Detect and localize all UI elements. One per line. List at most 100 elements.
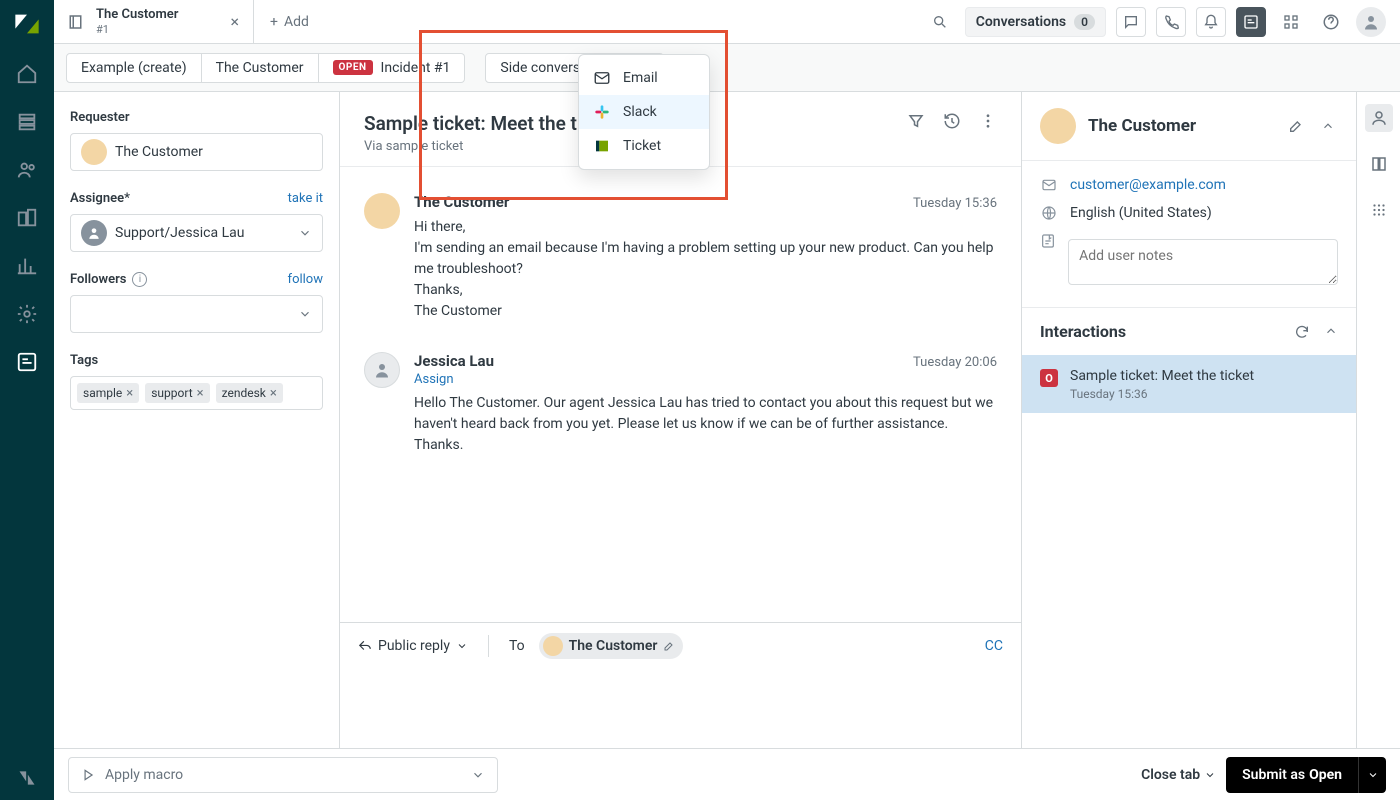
phone-icon[interactable]: [1156, 7, 1186, 37]
chevron-up-icon[interactable]: [1318, 119, 1338, 133]
interaction-status-badge: O: [1040, 369, 1058, 387]
user-email-link[interactable]: customer@example.com: [1070, 177, 1226, 193]
conversations-button[interactable]: Conversations 0: [965, 7, 1106, 37]
assignee-value: Support/Jessica Lau: [115, 225, 244, 241]
history-icon[interactable]: [943, 112, 961, 130]
close-tab-button[interactable]: Close tab: [1141, 767, 1216, 783]
nav-rail: [0, 0, 54, 800]
reply-type-selector[interactable]: Public reply: [358, 638, 468, 654]
current-app-icon[interactable]: [15, 350, 39, 374]
message-body: Hi there, I'm sending an email because I…: [414, 217, 997, 322]
macro-label: Apply macro: [105, 767, 183, 783]
knowledge-icon[interactable]: [1365, 150, 1393, 178]
submit-button[interactable]: Submit as Open: [1226, 757, 1358, 793]
globe-icon: [1040, 205, 1058, 221]
refresh-icon[interactable]: [1294, 324, 1310, 340]
admin-icon[interactable]: [15, 302, 39, 326]
subtab-customer[interactable]: The Customer: [202, 53, 319, 83]
tag-item[interactable]: sample×: [77, 383, 139, 403]
organizations-icon[interactable]: [15, 206, 39, 230]
top-actions: Conversations 0: [925, 0, 1400, 43]
follow-link[interactable]: follow: [288, 272, 323, 287]
requester-value: The Customer: [115, 144, 203, 160]
submit-prefix: Submit as: [1242, 767, 1305, 783]
topbar: The Customer #1 × + Add Conversations 0: [54, 0, 1400, 44]
ticket-properties-panel: Requester The Customer Assignee* take it…: [54, 92, 340, 800]
requester-field[interactable]: The Customer: [70, 133, 323, 171]
reply-textarea[interactable]: [340, 669, 1021, 755]
message-author: Jessica Lau: [414, 352, 494, 370]
subtab-example[interactable]: Example (create): [66, 53, 202, 83]
info-icon[interactable]: i: [132, 272, 147, 287]
user-context-icon[interactable]: [1365, 104, 1393, 132]
chevron-up-icon[interactable]: [1324, 324, 1338, 340]
menu-item-slack[interactable]: Slack: [579, 95, 709, 129]
followers-label: Followers: [70, 272, 126, 287]
close-tab-label: Close tab: [1141, 767, 1200, 783]
take-it-link[interactable]: take it: [288, 191, 323, 206]
followers-field[interactable]: [70, 295, 323, 333]
search-icon[interactable]: [925, 7, 955, 37]
cc-button[interactable]: CC: [985, 638, 1003, 654]
assign-link[interactable]: Assign: [414, 372, 997, 387]
menu-item-email-label: Email: [623, 70, 658, 86]
recipient-name: The Customer: [569, 638, 658, 654]
tag-remove-icon[interactable]: ×: [126, 387, 133, 400]
body-columns: Requester The Customer Assignee* take it…: [54, 92, 1400, 800]
menu-item-email[interactable]: Email: [579, 61, 709, 95]
author-avatar: [364, 193, 400, 229]
user-language: English (United States): [1070, 205, 1212, 221]
interaction-item[interactable]: O Sample ticket: Meet the ticket Tuesday…: [1022, 355, 1356, 413]
submit-status: Open: [1309, 767, 1342, 783]
more-icon[interactable]: [979, 112, 997, 130]
workspace-tab[interactable]: The Customer #1 ×: [54, 0, 254, 43]
assignee-field[interactable]: Support/Jessica Lau: [70, 214, 323, 252]
tags-field[interactable]: sample× support× zendesk×: [70, 376, 323, 410]
interaction-title: Sample ticket: Meet the ticket: [1070, 367, 1254, 385]
customers-icon[interactable]: [15, 158, 39, 182]
chat-icon[interactable]: [1116, 7, 1146, 37]
apps-icon[interactable]: [1365, 196, 1393, 224]
subtab-incident[interactable]: OPEN Incident #1: [319, 53, 466, 83]
edit-icon[interactable]: [1286, 118, 1306, 134]
notifications-icon[interactable]: [1196, 7, 1226, 37]
tag-item[interactable]: support×: [145, 383, 209, 403]
requester-avatar: [81, 139, 107, 165]
products-icon[interactable]: [1276, 7, 1306, 37]
app-switcher-icon[interactable]: [1236, 7, 1266, 37]
filter-icon[interactable]: [907, 112, 925, 130]
views-icon[interactable]: [15, 110, 39, 134]
interaction-timestamp: Tuesday 15:36: [1070, 387, 1254, 401]
menu-item-slack-label: Slack: [623, 104, 657, 120]
menu-item-ticket-label: Ticket: [623, 138, 661, 154]
add-tab-button[interactable]: + Add: [254, 0, 325, 43]
status-badge: OPEN: [333, 60, 373, 75]
recipient-chip[interactable]: The Customer: [539, 633, 684, 659]
interactions-heading: Interactions: [1040, 322, 1126, 341]
apply-macro-button[interactable]: Apply macro: [68, 757, 498, 793]
footer-bar: Apply macro Close tab Submit as Open: [54, 748, 1400, 800]
tab-subtitle: #1: [96, 23, 178, 36]
macro-icon: [81, 768, 95, 782]
submit-dropdown-button[interactable]: [1358, 757, 1386, 793]
help-icon[interactable]: [1316, 7, 1346, 37]
conversations-count: 0: [1074, 14, 1095, 30]
slack-icon: [593, 103, 611, 121]
ticket-subtabs: Example (create) The Customer OPEN Incid…: [54, 44, 1400, 92]
home-icon[interactable]: [15, 62, 39, 86]
message-timestamp: Tuesday 20:06: [913, 355, 997, 370]
tag-item[interactable]: zendesk×: [216, 383, 283, 403]
message-body: Hello The Customer. Our agent Jessica La…: [414, 393, 997, 456]
menu-item-ticket[interactable]: Ticket: [579, 129, 709, 163]
messages-list[interactable]: The Customer Tuesday 15:36 Hi there, I'm…: [340, 167, 1021, 622]
user-avatar: [1040, 108, 1076, 144]
tag-remove-icon[interactable]: ×: [270, 387, 277, 400]
author-avatar: [364, 352, 400, 388]
conversation-panel: Sample ticket: Meet the ticket Via sampl…: [340, 92, 1022, 800]
reporting-icon[interactable]: [15, 254, 39, 278]
tag-remove-icon[interactable]: ×: [197, 387, 204, 400]
user-notes-input[interactable]: [1068, 239, 1338, 285]
app-main: The Customer #1 × + Add Conversations 0 …: [54, 0, 1400, 800]
close-icon[interactable]: ×: [230, 14, 239, 30]
profile-avatar[interactable]: [1356, 7, 1386, 37]
